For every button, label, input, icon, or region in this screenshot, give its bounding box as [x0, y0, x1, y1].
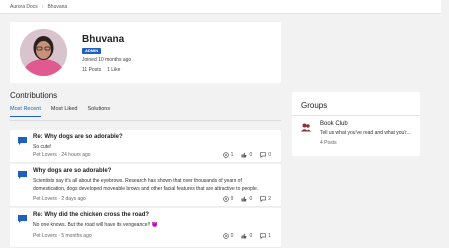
likes-count: 0	[249, 196, 253, 202]
post-body: So cute!	[33, 144, 52, 150]
breadcrumb: Aurora Docs › Bhuvana	[0, 0, 449, 14]
replies-count: 2	[268, 196, 271, 202]
contributions-title: Contributions	[10, 91, 58, 100]
page-edge	[441, 0, 449, 248]
tab-most-recent[interactable]: Most Recent	[10, 106, 41, 117]
likes-count: 0	[249, 152, 253, 158]
posts-count[interactable]: 11 Posts	[82, 67, 101, 73]
comment-icon	[260, 152, 267, 158]
views-icon	[222, 233, 229, 239]
views-count: 9	[230, 196, 234, 202]
views-metric: 0	[222, 233, 234, 239]
comment-icon	[260, 196, 267, 202]
breadcrumb-current: Bhuvana	[47, 3, 68, 10]
tabs-divider	[10, 120, 281, 121]
post-metrics: 0 0 1	[222, 233, 271, 239]
post-meta: Pet Lovers · 2 days ago	[33, 196, 86, 202]
list-item[interactable]: Re: Why did the chicken cross the road? …	[10, 208, 281, 248]
group-description: Tell us what you've read and what you'r.…	[320, 130, 411, 136]
breadcrumb-separator-icon: ›	[41, 3, 44, 10]
likes-count: 0	[249, 233, 253, 239]
views-count: 1	[230, 152, 234, 158]
message-icon	[18, 215, 27, 223]
message-icon	[18, 137, 27, 145]
likes-metric: 0	[241, 196, 252, 202]
replies-metric: 2	[260, 196, 271, 202]
comment-icon	[260, 233, 267, 239]
group-name[interactable]: Book Club	[320, 121, 348, 127]
likes-metric: 0	[241, 233, 252, 239]
views-icon	[222, 196, 229, 202]
post-body: Scientists say it's all about the eyebro…	[33, 178, 259, 192]
groups-divider	[292, 115, 420, 116]
post-title[interactable]: Re: Why did the chicken cross the road?	[33, 212, 149, 218]
profile-card: Bhuvana ADMIN Joined 10 months ago 11 Po…	[10, 22, 281, 83]
views-icon	[222, 152, 229, 158]
avatar	[20, 29, 67, 76]
tab-solutions[interactable]: Solutions	[87, 106, 110, 117]
replies-count: 1	[268, 233, 271, 239]
tab-most-liked[interactable]: Most Liked	[51, 106, 78, 117]
thumbs-up-icon	[241, 196, 247, 202]
groups-card: Groups Book Club Tell us what you've rea…	[292, 92, 420, 156]
profile-name: Bhuvana	[82, 34, 125, 45]
groups-title: Groups	[301, 101, 328, 110]
thumbs-up-icon	[241, 233, 247, 239]
replies-metric: 1	[260, 233, 271, 239]
post-meta: Pet Lovers · 5 months ago	[33, 233, 92, 239]
replies-count: 0	[268, 152, 271, 158]
replies-metric: 0	[260, 152, 271, 158]
group-icon	[301, 123, 311, 132]
post-title[interactable]: Why dogs are so adorable?	[33, 168, 111, 174]
message-icon	[18, 171, 27, 179]
list-item[interactable]: Re: Why dogs are so adorable? So cute! P…	[10, 130, 281, 163]
post-meta: Pet Lovers · 24 hours ago	[33, 152, 91, 158]
post-body: No one knows. But the road will have its…	[33, 222, 158, 228]
list-item[interactable]: Why dogs are so adorable? Scientists say…	[10, 164, 281, 207]
views-count: 0	[230, 233, 234, 239]
post-title[interactable]: Re: Why dogs are so adorable?	[33, 134, 123, 140]
views-metric: 9	[222, 196, 234, 202]
post-metrics: 9 0 2	[222, 196, 271, 202]
profile-stats: 11 Posts 1 Like	[82, 67, 120, 73]
likes-count[interactable]: 1 Like	[107, 67, 120, 73]
breadcrumb-root-link[interactable]: Aurora Docs	[10, 4, 38, 10]
group-posts-count: 4 Posts	[320, 140, 337, 146]
post-metrics: 1 0 0	[222, 152, 271, 158]
joined-date: Joined 10 months ago	[82, 57, 132, 63]
avatar-image	[20, 29, 67, 76]
likes-metric: 0	[241, 152, 252, 158]
contribution-tabs: Most Recent Most Liked Solutions	[10, 106, 110, 117]
admin-badge: ADMIN	[82, 48, 102, 54]
thumbs-up-icon	[241, 152, 247, 158]
views-metric: 1	[222, 152, 234, 158]
